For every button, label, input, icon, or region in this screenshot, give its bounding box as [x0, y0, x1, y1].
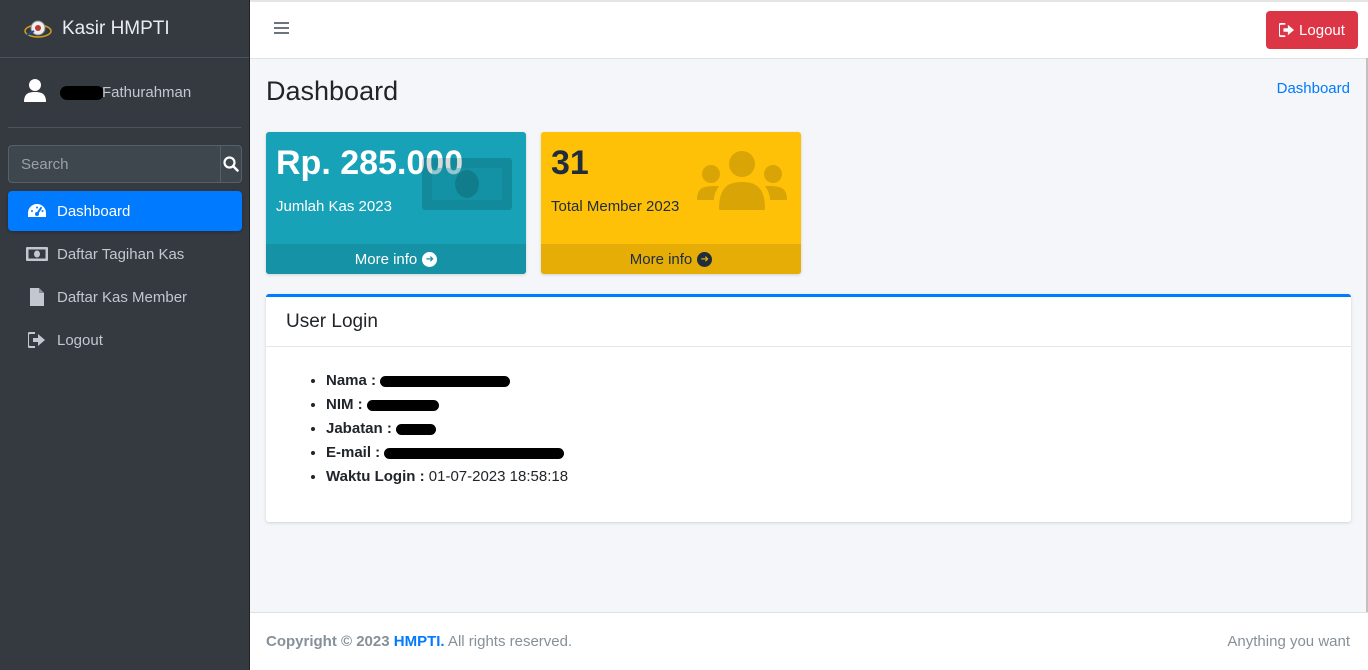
- breadcrumb-dashboard[interactable]: Dashboard: [1277, 80, 1350, 97]
- menu-toggle-icon[interactable]: [274, 22, 289, 36]
- redaction-mark: [395, 423, 436, 435]
- field-label: NIM :: [326, 396, 363, 413]
- arrow-circle-right-icon: ➜: [422, 251, 438, 267]
- sign-out-icon: [26, 331, 48, 349]
- file-icon: [26, 288, 48, 306]
- search-icon: [223, 156, 239, 172]
- list-item-waktu-login: Waktu Login : 01-07-2023 18:58:18: [326, 465, 1351, 489]
- main-footer: Copyright © 2023 HMPTI. All rights reser…: [250, 612, 1368, 670]
- sidebar-item-label: Daftar Tagihan Kas: [57, 245, 185, 263]
- sidebar-search: [8, 145, 242, 183]
- arrow-circle-right-icon: ➜: [697, 251, 713, 267]
- org-link[interactable]: HMPTI.: [394, 633, 445, 650]
- sidebar-item-dashboard[interactable]: Dashboard: [8, 191, 242, 231]
- sidebar-nav: Dashboard Daftar Tagihan Kas Daftar Kas …: [8, 191, 242, 363]
- page-title: Dashboard: [266, 76, 399, 106]
- user-name-text: Fathurahman: [102, 84, 192, 101]
- footer-right-text: Anything you want: [1227, 633, 1350, 650]
- field-label: Nama :: [326, 372, 377, 389]
- more-info-label: More info: [354, 250, 418, 268]
- copyright-prefix: Copyright © 2023: [266, 633, 394, 650]
- member-more-info-link[interactable]: More info ➜: [541, 244, 801, 274]
- brand-logo-icon: [24, 17, 52, 41]
- waktu-login-value: 01-07-2023 18:58:18: [428, 468, 569, 485]
- field-label: Jabatan :: [326, 420, 392, 437]
- rights-text: All rights reserved.: [444, 633, 573, 650]
- redaction-mark: [380, 375, 511, 387]
- logout-button-label: Logout: [1299, 21, 1345, 39]
- tachometer-icon: [26, 202, 48, 220]
- user-name[interactable]: Fathurahman: [60, 84, 191, 101]
- copyright-text: Copyright © 2023 HMPTI. All rights reser…: [266, 633, 572, 650]
- sidebar-item-logout[interactable]: Logout: [8, 320, 242, 360]
- sidebar-item-label: Daftar Kas Member: [57, 288, 188, 306]
- user-icon: [24, 78, 46, 107]
- money-bill-icon: [422, 154, 512, 215]
- list-item-jabatan: Jabatan :: [326, 417, 1351, 441]
- users-icon: [697, 151, 787, 219]
- card-body: Nama : NIM : Jabatan : E-mail : Waktu Lo…: [266, 369, 1351, 489]
- more-info-label: More info: [629, 250, 693, 268]
- kas-more-info-link[interactable]: More info ➜: [266, 244, 526, 274]
- sidebar-item-label: Dashboard: [57, 202, 131, 220]
- search-button[interactable]: [220, 145, 242, 183]
- redaction-mark: [60, 86, 104, 101]
- member-value: 31: [551, 144, 589, 182]
- brand-name: Kasir HMPTI: [62, 17, 170, 39]
- member-summary-box: 31 Total Member 2023 More info ➜: [541, 132, 801, 274]
- brand-link[interactable]: Kasir HMPTI: [0, 0, 249, 58]
- list-item-nim: NIM :: [326, 393, 1351, 417]
- user-info-list: Nama : NIM : Jabatan : E-mail : Waktu Lo…: [326, 369, 1351, 489]
- sidebar-item-daftar-kas-member[interactable]: Daftar Kas Member: [8, 277, 242, 317]
- member-label: Total Member 2023: [551, 198, 680, 215]
- kas-summary-box: Rp. 285.000 Jumlah Kas 2023 More info ➜: [266, 132, 526, 274]
- user-panel[interactable]: Fathurahman: [8, 58, 241, 128]
- card-title: User Login: [266, 297, 1351, 347]
- top-navbar: Logout: [250, 0, 1368, 59]
- kas-label: Jumlah Kas 2023: [276, 198, 392, 215]
- redaction-mark: [384, 447, 565, 459]
- list-item-email: E-mail :: [326, 441, 1351, 465]
- field-label: E-mail :: [326, 444, 381, 461]
- sidebar-item-label: Logout: [57, 331, 103, 349]
- user-login-card: User Login Nama : NIM : Jabatan : E-mail…: [266, 294, 1351, 522]
- sidebar-item-daftar-tagihan-kas[interactable]: Daftar Tagihan Kas: [8, 234, 242, 274]
- list-item-nama: Nama :: [326, 369, 1351, 393]
- search-input[interactable]: [8, 145, 220, 183]
- sign-out-icon: [1279, 23, 1295, 37]
- field-label: Waktu Login :: [326, 468, 425, 485]
- logout-button[interactable]: Logout: [1266, 11, 1358, 49]
- redaction-mark: [366, 399, 439, 411]
- money-bill-icon: [26, 245, 48, 263]
- sidebar: Kasir HMPTI Fathurahman Search Dashboard…: [0, 0, 250, 670]
